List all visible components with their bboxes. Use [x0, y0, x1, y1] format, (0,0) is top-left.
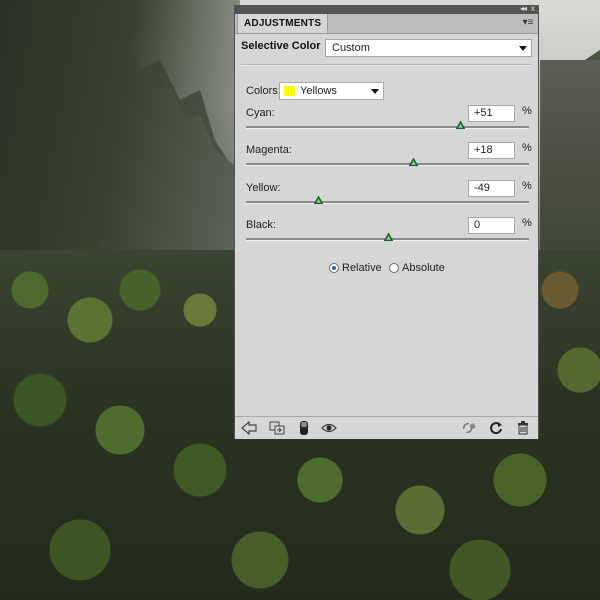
- percent-sign: %: [522, 142, 532, 154]
- panel-footer: [235, 416, 538, 439]
- slider-cyan: Cyan: +51 %: [246, 105, 532, 137]
- color-swatch: [284, 86, 295, 96]
- adjustment-title: Selective Color: [241, 40, 321, 52]
- slider-track[interactable]: [246, 163, 529, 166]
- tab-adjustments[interactable]: ADJUSTMENTS: [237, 14, 329, 33]
- trash-icon[interactable]: [515, 420, 531, 436]
- panel-menu-icon[interactable]: ▾≡: [522, 17, 534, 29]
- slider-label: Yellow:: [246, 182, 281, 194]
- view-previous-state-icon[interactable]: [461, 420, 477, 436]
- radio-button[interactable]: [389, 263, 399, 273]
- back-arrow-icon[interactable]: [241, 420, 257, 436]
- percent-sign: %: [522, 180, 532, 192]
- black-value-field[interactable]: 0: [468, 217, 515, 234]
- magenta-value-field[interactable]: +18: [468, 142, 515, 159]
- radio-relative[interactable]: Relative: [329, 262, 382, 274]
- radio-label: Absolute: [402, 262, 445, 274]
- colors-label: Colors:: [246, 85, 281, 97]
- colors-dropdown[interactable]: Yellows: [279, 82, 384, 100]
- percent-sign: %: [522, 105, 532, 117]
- reset-icon[interactable]: [488, 420, 504, 436]
- collapse-icon[interactable]: ◂◂: [520, 5, 527, 13]
- slider-label: Black:: [246, 219, 276, 231]
- panel-tab-row: ADJUSTMENTS ▾≡: [235, 14, 538, 34]
- preset-value: Custom: [332, 42, 370, 54]
- colors-value: Yellows: [300, 85, 337, 97]
- slider-yellow: Yellow: -49 %: [246, 180, 532, 212]
- chevron-down-icon: [519, 46, 527, 51]
- preset-dropdown[interactable]: Custom: [325, 39, 532, 57]
- radio-label: Relative: [342, 262, 382, 274]
- slider-label: Cyan:: [246, 107, 275, 119]
- radio-button[interactable]: [329, 263, 339, 273]
- percent-sign: %: [522, 217, 532, 229]
- adjustments-panel: ◂◂ x ADJUSTMENTS ▾≡ Selective Color Cust…: [234, 5, 539, 439]
- divider: [241, 64, 532, 66]
- slider-track[interactable]: [246, 126, 529, 129]
- slider-magenta: Magenta: +18 %: [246, 142, 532, 174]
- slider-black: Black: 0 %: [246, 217, 532, 249]
- close-icon[interactable]: x: [531, 5, 535, 13]
- yellow-value-field[interactable]: -49: [468, 180, 515, 197]
- visibility-eye-icon[interactable]: [321, 420, 337, 436]
- slider-label: Magenta:: [246, 144, 292, 156]
- slider-track[interactable]: [246, 201, 529, 204]
- clip-to-layer-icon[interactable]: [269, 420, 285, 436]
- cyan-value-field[interactable]: +51: [468, 105, 515, 122]
- panel-titlebar[interactable]: ◂◂ x: [235, 5, 538, 14]
- chevron-down-icon: [371, 89, 379, 94]
- radio-absolute[interactable]: Absolute: [389, 262, 445, 274]
- layer-mask-icon[interactable]: [296, 420, 312, 436]
